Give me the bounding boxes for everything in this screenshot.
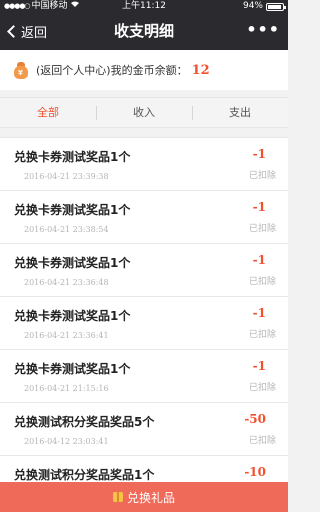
list-item[interactable]: 兑换卡券测试奖品1个 2016-04-21 23:39:38 -1 已扣除 — [0, 137, 288, 190]
balance-bar[interactable]: ¥ (返回个人中心)我的金币余额： 12 — [0, 50, 288, 90]
more-button[interactable]: ••• — [246, 13, 280, 47]
tab-all[interactable]: 全部 — [0, 98, 96, 127]
redeem-gift-label: 兑换礼品 — [126, 490, 175, 505]
item-date: 2016-04-12 23:03:41 — [24, 437, 109, 446]
status-right: 94% — [242, 0, 286, 13]
item-date: 2016-04-21 23:39:38 — [24, 172, 109, 181]
redeem-gift-button[interactable]: 兑换礼品 — [0, 482, 288, 512]
item-status: 已扣除 — [248, 171, 276, 181]
nav-bar: 返回 收支明细 ••• — [0, 13, 288, 50]
balance-label: (返回个人中心)我的金币余额： — [36, 64, 188, 77]
records-list: 兑换卡券测试奖品1个 2016-04-21 23:39:38 -1 已扣除 兑换… — [0, 137, 288, 508]
item-status: 已扣除 — [248, 383, 276, 393]
money-bag-icon: ¥ — [12, 61, 30, 79]
screen: ●●●●○ 中国移动 上午11:12 94% 返回 收支明细 ••• ¥ (返回… — [0, 0, 288, 512]
item-amount: -10 — [244, 465, 266, 479]
item-amount: -1 — [252, 200, 266, 214]
item-status: 已扣除 — [248, 224, 276, 234]
item-status: 已扣除 — [248, 436, 276, 446]
tab-expense[interactable]: 支出 — [192, 98, 288, 127]
item-title: 兑换卡券测试奖品1个 — [14, 362, 131, 376]
item-amount: -1 — [252, 253, 266, 267]
item-status: 已扣除 — [248, 330, 276, 340]
list-item[interactable]: 兑换卡券测试奖品1个 2016-04-21 23:36:48 -1 已扣除 — [0, 243, 288, 296]
item-status: 已扣除 — [248, 277, 276, 287]
status-bar: ●●●●○ 中国移动 上午11:12 94% — [0, 0, 288, 13]
list-item[interactable]: 兑换测试积分奖品奖品5个 2016-04-12 23:03:41 -50 已扣除 — [0, 402, 288, 455]
list-item[interactable]: 兑换卡券测试奖品1个 2016-04-21 21:15:16 -1 已扣除 — [0, 349, 288, 402]
item-title: 兑换卡券测试奖品1个 — [14, 256, 131, 270]
item-title: 兑换测试积分奖品奖品1个 — [14, 468, 155, 482]
battery-icon — [266, 2, 286, 11]
item-title: 兑换卡券测试奖品1个 — [14, 150, 131, 164]
item-amount: -50 — [244, 412, 266, 426]
item-amount: -1 — [252, 359, 266, 373]
list-item[interactable]: 兑换卡券测试奖品1个 2016-04-21 23:36:41 -1 已扣除 — [0, 296, 288, 349]
item-title: 兑换卡券测试奖品1个 — [14, 203, 131, 217]
item-date: 2016-04-21 23:36:41 — [24, 331, 109, 340]
page-title: 收支明细 — [113, 22, 174, 40]
balance-amount: 12 — [191, 62, 210, 78]
item-date: 2016-04-21 21:15:16 — [24, 384, 109, 393]
gift-icon — [112, 492, 123, 502]
list-item[interactable]: 兑换卡券测试奖品1个 2016-04-21 23:38:54 -1 已扣除 — [0, 190, 288, 243]
tab-income[interactable]: 收入 — [96, 98, 192, 127]
item-date: 2016-04-21 23:38:54 — [24, 225, 109, 234]
battery-percent: 94% — [242, 1, 263, 11]
item-title: 兑换卡券测试奖品1个 — [14, 309, 131, 323]
item-title: 兑换测试积分奖品奖品5个 — [14, 415, 155, 429]
item-amount: -1 — [252, 306, 266, 320]
filter-tabs: 全部 收入 支出 — [0, 97, 288, 128]
item-amount: -1 — [252, 147, 266, 161]
item-date: 2016-04-21 23:36:48 — [24, 278, 109, 287]
